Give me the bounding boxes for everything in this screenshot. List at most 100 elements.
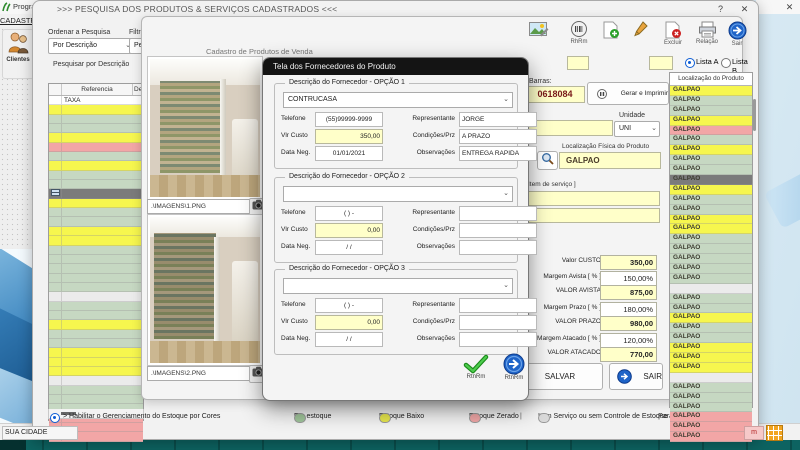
table-row[interactable] — [49, 171, 143, 180]
location-row[interactable]: GALPAO — [670, 274, 752, 284]
table-row[interactable] — [49, 133, 143, 142]
table-row[interactable] — [49, 189, 143, 198]
table-row[interactable] — [49, 208, 143, 217]
location-row[interactable]: GALPAO — [670, 412, 752, 422]
tel-input[interactable]: ( ) - — [315, 206, 383, 221]
table-row[interactable] — [49, 339, 143, 348]
price-value-field[interactable]: 120,00% — [600, 333, 657, 348]
cnd-input[interactable]: A PRAZO — [459, 129, 537, 144]
location-row[interactable]: GALPAO — [670, 264, 752, 274]
table-row[interactable] — [49, 283, 143, 292]
incluir-toolbar-button[interactable] — [598, 21, 624, 40]
tel-input[interactable]: ( ) - — [315, 298, 383, 313]
close-button[interactable]: ✕ — [737, 3, 752, 15]
location-row[interactable]: GALPAO — [670, 195, 752, 205]
cnd-input[interactable] — [459, 223, 537, 238]
lista-a-radio[interactable] — [685, 58, 695, 68]
location-list-scrollbar[interactable] — [753, 99, 756, 131]
location-row[interactable]: GALPAO — [670, 254, 752, 264]
obs-input[interactable]: ENTREGA RAPIDA — [459, 146, 537, 161]
legend-radio[interactable] — [50, 413, 60, 423]
servico-field-1[interactable] — [528, 191, 660, 206]
table-row[interactable] — [49, 255, 143, 264]
table-row[interactable] — [49, 152, 143, 161]
location-row[interactable]: GALPAO — [670, 323, 752, 333]
image2-path-field[interactable]: .\IMAGENS\2.PNG — [147, 366, 252, 381]
modal-exit-button[interactable]: RtnRm — [499, 353, 529, 381]
table-row[interactable] — [49, 143, 143, 152]
table-row[interactable] — [49, 386, 143, 395]
search-location-button[interactable] — [537, 151, 558, 170]
location-row[interactable]: GALPAO — [670, 126, 752, 136]
rep-input[interactable] — [459, 206, 537, 221]
table-row[interactable]: TAXA — [49, 96, 143, 105]
table-row[interactable] — [49, 367, 143, 376]
dta-input[interactable]: / / — [315, 240, 383, 255]
dta-input[interactable]: 01/01/2021 — [315, 146, 383, 161]
table-row[interactable] — [49, 246, 143, 255]
location-row[interactable]: GALPAO — [670, 432, 752, 442]
table-row[interactable] — [49, 115, 143, 124]
location-row[interactable]: GALPAO — [670, 333, 752, 343]
table-row[interactable] — [49, 217, 143, 226]
relacao-toolbar-button[interactable]: Relação — [694, 21, 720, 45]
table-row[interactable] — [49, 236, 143, 245]
location-row[interactable]: GALPAO — [670, 383, 752, 393]
image1-path-field[interactable]: .\IMAGENS\1.PNG — [147, 199, 252, 214]
unidade-combobox[interactable]: UNI⌄ — [614, 121, 660, 137]
sair-toolbar-button[interactable]: Sair — [724, 21, 750, 47]
location-row[interactable]: GALPAO — [670, 313, 752, 323]
location-row[interactable]: GALPAO — [670, 244, 752, 254]
price-value-field[interactable]: 980,00 — [600, 316, 657, 331]
table-row[interactable] — [49, 180, 143, 189]
barcode-toolbar-button[interactable]: RhRm — [566, 21, 592, 45]
gerar-imprimir-button[interactable]: Gerar e Imprimir — [587, 82, 669, 105]
table-row[interactable] — [49, 311, 143, 320]
table-row[interactable] — [49, 105, 143, 114]
table-row[interactable] — [49, 264, 143, 273]
sair-button[interactable]: SAIR — [609, 363, 663, 390]
alterar-toolbar-button[interactable] — [628, 21, 654, 40]
location-row[interactable]: GALPAO — [670, 393, 752, 403]
location-row[interactable] — [670, 373, 752, 383]
obs-input[interactable] — [459, 240, 537, 255]
fornecedor-combobox[interactable]: CONTRUCASA⌄ — [283, 92, 513, 108]
table-row[interactable] — [49, 124, 143, 133]
products-table[interactable]: Referencia Descrição TAXA — [48, 83, 144, 421]
price-value-field[interactable]: 180,00% — [600, 302, 657, 317]
location-row[interactable]: GALPAO — [670, 185, 752, 195]
cnd-input[interactable] — [459, 315, 537, 330]
salvar-button[interactable]: SALVAR — [517, 363, 603, 390]
location-row[interactable]: GALPAO — [670, 175, 752, 185]
ordenar-combobox[interactable]: Por Descrição⌄ — [48, 38, 134, 54]
location-row[interactable] — [670, 284, 752, 294]
table-row[interactable] — [49, 227, 143, 236]
obs-input[interactable] — [459, 332, 537, 347]
dta-input[interactable]: / / — [315, 332, 383, 347]
location-row[interactable]: GALPAO — [670, 353, 752, 363]
location-row[interactable]: GALPAO — [670, 106, 752, 116]
table-row[interactable] — [49, 348, 143, 357]
modal-confirm-button[interactable]: RtnRm — [459, 354, 493, 380]
price-value-field[interactable]: 350,00 — [600, 255, 657, 270]
table-row[interactable] — [49, 302, 143, 311]
table-row[interactable] — [49, 199, 143, 208]
location-row[interactable]: GALPAO — [670, 343, 752, 353]
location-row[interactable]: GALPAO — [670, 86, 752, 96]
calendar-icon[interactable] — [766, 425, 783, 441]
location-row[interactable]: GALPAO — [670, 234, 752, 244]
location-row[interactable]: GALPAO — [670, 135, 752, 145]
localizacao-value-field[interactable]: GALPAO — [559, 152, 661, 169]
vlr-input[interactable]: 350,00 — [315, 129, 383, 144]
rep-input[interactable] — [459, 298, 537, 313]
location-row[interactable]: GALPAO — [670, 155, 752, 165]
location-row[interactable]: GALPAO — [670, 205, 752, 215]
vlr-input[interactable]: 0,00 — [315, 315, 383, 330]
table-row[interactable] — [49, 161, 143, 170]
app-close-button[interactable]: ✕ — [782, 1, 797, 13]
table-row[interactable] — [49, 292, 143, 301]
excluir-toolbar-button[interactable]: Excluir — [660, 21, 686, 46]
table-row[interactable] — [49, 320, 143, 329]
location-row[interactable]: GALPAO — [670, 403, 752, 413]
table-row[interactable] — [49, 376, 143, 385]
